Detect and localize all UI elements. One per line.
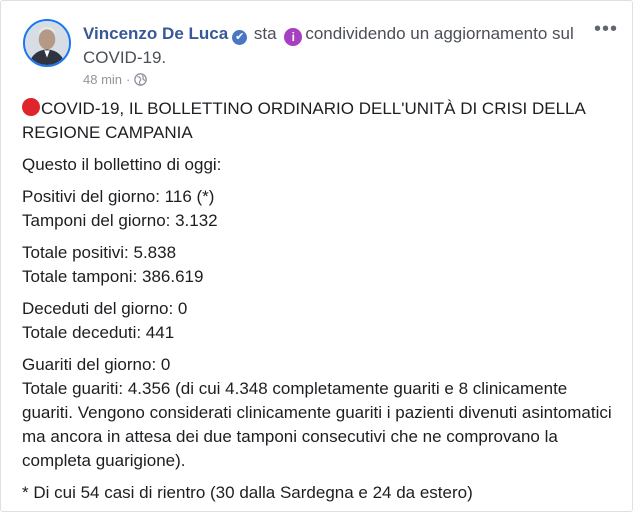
positivi-giorno: Positivi del giorno: 116 (*)	[22, 187, 215, 206]
info-icon: i	[284, 28, 303, 46]
more-options-icon[interactable]: •••	[594, 19, 618, 39]
deceduti-giorno: Deceduti del giorno: 0	[22, 299, 188, 318]
facebook-post: Vincenzo De Luca ✔ sta i condividendo un a…	[0, 0, 633, 512]
intro-text: Questo il bollettino di oggi:	[22, 155, 222, 174]
globe-icon	[134, 73, 148, 86]
recovered-group: Guariti del giorno: 0 Totale guariti: 4.…	[22, 353, 622, 473]
totals-group: Totale positivi: 5.838 Totale tamponi: 3…	[22, 241, 622, 289]
post-meta: 48 min ·	[83, 72, 148, 88]
daily-group: Positivi del giorno: 116 (*) Tamponi del…	[22, 185, 622, 233]
avatar[interactable]	[23, 19, 71, 67]
post-title-paragraph: COVID-19, IL BOLLETTINO ORDINARIO DELL'U…	[22, 97, 622, 145]
timestamp[interactable]: 48 min	[83, 72, 122, 87]
totale-tamponi: Totale tamponi: 386.619	[22, 267, 204, 286]
red-circle-icon	[22, 98, 40, 116]
post-body: COVID-19, IL BOLLETTINO ORDINARIO DELL'U…	[22, 97, 622, 513]
author-name[interactable]: Vincenzo De Luca	[83, 24, 228, 43]
footnote: * Di cui 54 casi di rientro (30 dalla Sa…	[22, 483, 473, 502]
verified-badge-icon: ✔	[232, 30, 248, 45]
tamponi-giorno: Tamponi del giorno: 3.132	[22, 211, 218, 230]
profile-photo-icon	[25, 21, 69, 65]
meta-separator: ·	[126, 72, 131, 87]
post-header: Vincenzo De Luca ✔ sta i condividendo un a…	[23, 19, 622, 89]
totale-guariti: Totale guariti: 4.356 (di cui 4.348 comp…	[22, 379, 612, 470]
guariti-giorno: Guariti del giorno: 0	[22, 355, 171, 374]
action-prefix: sta	[253, 24, 277, 43]
totale-deceduti: Totale deceduti: 441	[22, 323, 175, 342]
deaths-group: Deceduti del giorno: 0 Totale deceduti: …	[22, 297, 622, 345]
author-line: Vincenzo De Luca ✔ sta i condividendo un a…	[83, 22, 603, 69]
post-title: COVID-19, IL BOLLETTINO ORDINARIO DELL'U…	[22, 99, 585, 142]
totale-positivi: Totale positivi: 5.838	[22, 243, 177, 262]
